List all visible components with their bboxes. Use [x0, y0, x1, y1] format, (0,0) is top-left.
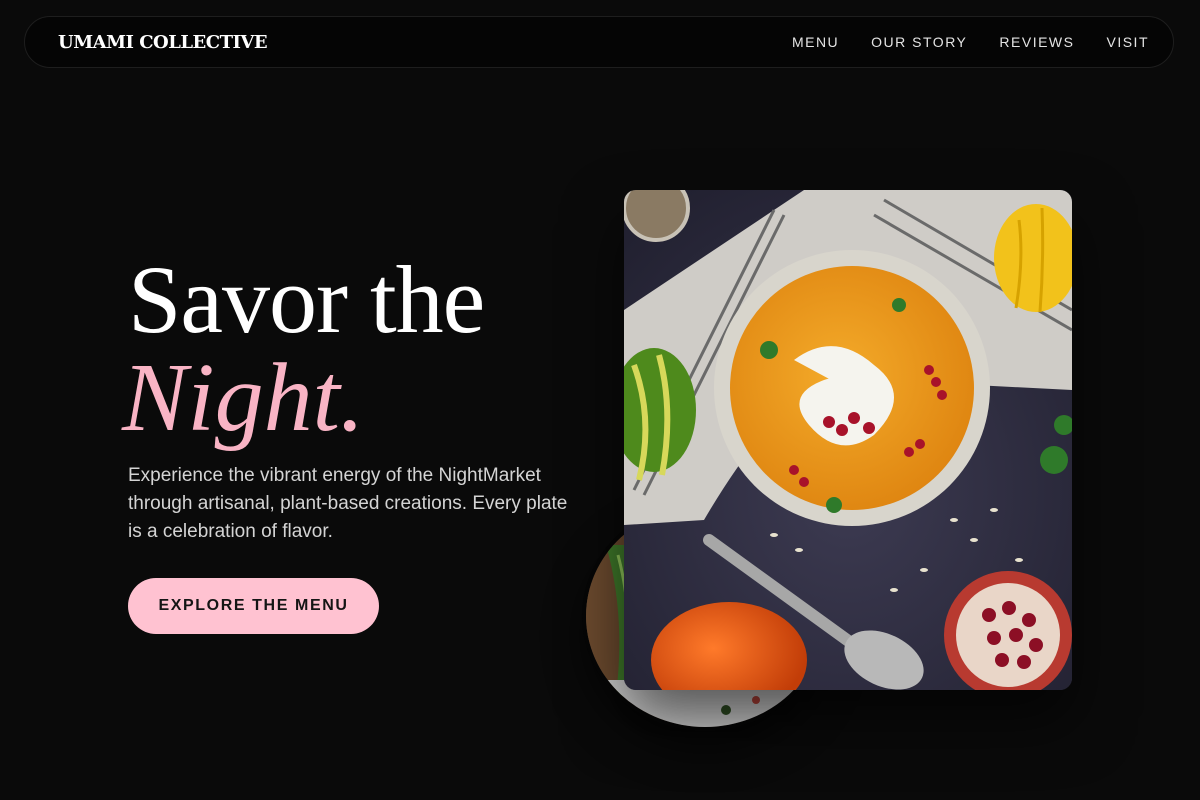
hero-title-line-1: Savor the: [128, 246, 485, 353]
hero-title: Savor the Night.: [122, 246, 485, 449]
brand-logo[interactable]: UMAMI COLLECTIVE: [58, 32, 268, 53]
nav-links: MENU OUR STORY REVIEWS VISIT: [792, 34, 1149, 50]
nav-link-our-story[interactable]: OUR STORY: [871, 34, 967, 50]
explore-menu-button[interactable]: EXPLORE THE MENU: [128, 578, 379, 634]
hero-description: Experience the vibrant energy of the Nig…: [128, 465, 568, 542]
nav-link-reviews[interactable]: REVIEWS: [999, 34, 1074, 50]
top-navbar: UMAMI COLLECTIVE MENU OUR STORY REVIEWS …: [24, 16, 1174, 68]
hero-title-line-2: Night.: [122, 344, 365, 452]
nav-link-visit[interactable]: VISIT: [1106, 34, 1149, 50]
nav-link-menu[interactable]: MENU: [792, 34, 839, 50]
pumpkin-soup-bowl-photo: [624, 190, 1072, 690]
